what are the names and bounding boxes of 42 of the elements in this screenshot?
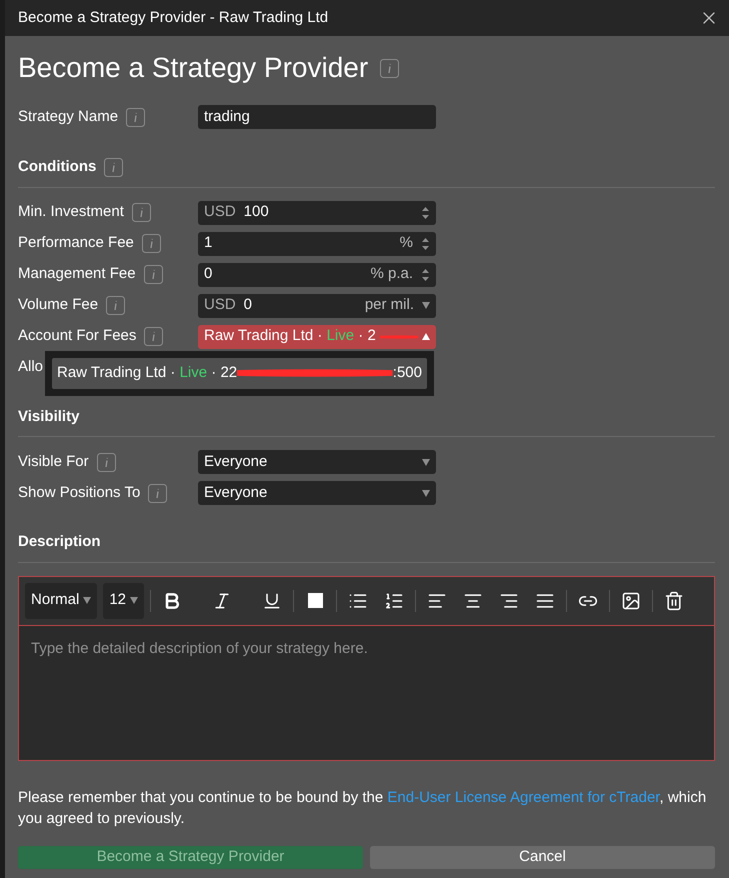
font-size-dropdown[interactable]: 12 xyxy=(103,582,144,618)
spinner-arrows-icon[interactable] xyxy=(421,204,430,220)
account-text: Raw Trading Ltd · Live · 2 xyxy=(204,326,376,346)
caret-icon[interactable] xyxy=(422,490,430,496)
field-label: Min. Investment xyxy=(18,202,124,222)
dialog-heading: Become a Strategy Provider xyxy=(18,51,368,85)
trash-icon xyxy=(664,590,684,610)
spinner-arrows-icon[interactable] xyxy=(421,236,430,252)
field-label: Allo xyxy=(18,357,44,378)
dropdown-field[interactable]: Everyone xyxy=(198,481,436,505)
caret-icon[interactable] xyxy=(130,597,138,604)
field-label: Volume Fee xyxy=(18,295,98,316)
field-label: Strategy Name xyxy=(18,106,118,127)
field-label: Visible For xyxy=(18,452,89,472)
section-title: Visibility xyxy=(18,406,80,426)
dropdown-field[interactable]: Everyone xyxy=(198,450,436,474)
numbered-list-icon xyxy=(384,590,404,610)
caret-icon[interactable] xyxy=(83,597,92,604)
window-title: Become a Strategy Provider - Raw Trading Ltd xyxy=(18,8,328,28)
field-label: Account For Fees xyxy=(18,326,136,346)
number-field[interactable]: USD 100 xyxy=(198,200,436,224)
dropdown-field[interactable]: USD 0 per mil. xyxy=(198,294,436,318)
field-label: Performance Fee xyxy=(18,233,134,254)
strategy-name-field[interactable]: trading xyxy=(198,105,436,129)
cancel-button[interactable]: Cancel xyxy=(370,846,715,868)
caret-icon[interactable] xyxy=(422,458,430,466)
number-field[interactable]: 1 % xyxy=(198,232,436,256)
section-title: Description xyxy=(18,532,101,552)
field-label: Show Positions To xyxy=(18,482,140,503)
underline-icon xyxy=(262,590,282,610)
caret-icon[interactable] xyxy=(422,333,430,340)
section-title: Conditions xyxy=(18,157,96,177)
account-dropdown[interactable]: Raw Trading Ltd · Live · 2 xyxy=(198,324,436,348)
description-field[interactable]: Type the detailed description of your strategy here. xyxy=(18,626,715,760)
license-notice: Please remember that you continue to be bound by the End-User License Agreement for cTrader, which you agreed to previously. xyxy=(18,788,708,828)
number-field[interactable]: 0 % p.a. xyxy=(198,262,436,286)
image-icon xyxy=(621,590,642,610)
caret-icon[interactable] xyxy=(422,302,430,309)
spinner-arrows-icon[interactable] xyxy=(421,266,430,282)
dropdown-option[interactable]: Raw Trading Ltd · Live · 22 :500 xyxy=(52,358,427,388)
field-label: Management Fee xyxy=(18,264,136,284)
style-dropdown[interactable]: Normal xyxy=(25,582,98,618)
